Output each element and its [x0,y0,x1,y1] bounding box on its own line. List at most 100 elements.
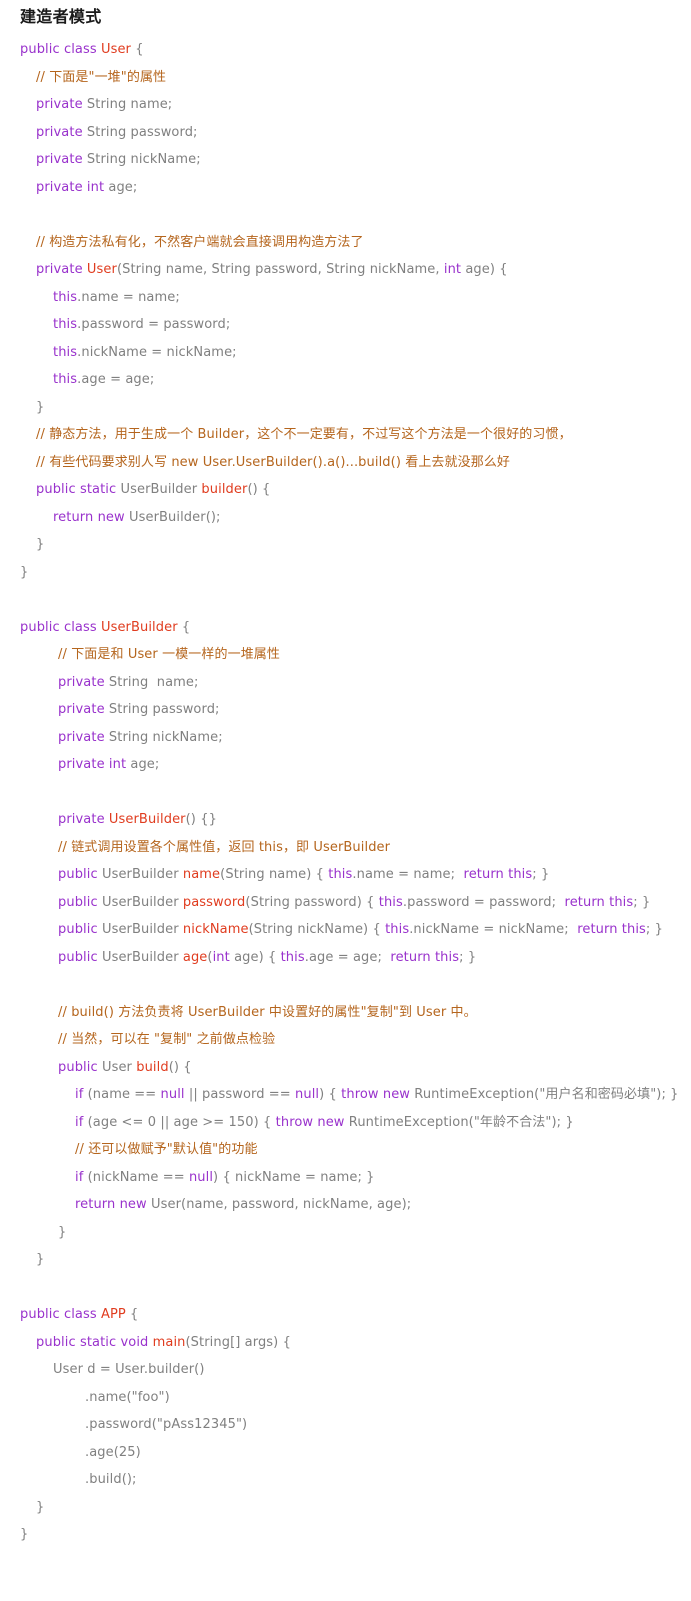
code-token-kw: public [58,922,98,937]
code-line: } [0,531,691,559]
code-token-pl: String nickName; [104,729,223,745]
code-token-cm: // 静态方法，用于生成一个 Builder，这个不一定要有，不过写这个方法是一… [36,427,572,442]
code-token-pl: UserBuilder [97,894,183,910]
code-token-pl: ; } [633,894,651,910]
code-token-kw: public class [20,1307,101,1322]
code-token-kw: this [328,867,353,882]
code-token-id: password [182,894,246,910]
code-token-id: builder [201,482,248,497]
code-token-kw: private [36,124,83,140]
code-token-id: nickName [182,922,249,937]
code-line: if (age <= 0 || age >= 150) { throw new … [0,1109,691,1137]
code-token-pl: RuntimeException("用户名和密码必填"); } [410,1087,679,1102]
code-line: private String name; [0,91,691,119]
code-token-id: age [182,949,208,965]
java-code-listing: public class User {// 下面是"一堆"的属性 private … [0,36,691,1549]
code-token-kw: this [378,894,403,910]
code-token-pl: } [36,399,45,415]
code-line: // 下面是"一堆"的属性 [0,64,691,92]
code-token-cm: // 当然，可以在 "复制" 之前做点检验 [58,1032,276,1047]
code-line: public UserBuilder name(String name) { t… [0,861,691,889]
code-token-kw: this [53,289,78,305]
code-token-id: name [182,867,221,882]
code-token-kw: this [53,344,78,360]
code-token-kw: return this [390,949,460,965]
code-token-pl: age; [126,757,160,772]
code-line: // 构造方法私有化，不然客户端就会直接调用构造方法了 [0,229,691,257]
code-token-pl: ) { [319,1087,342,1102]
code-line: .name("foo") [0,1384,691,1412]
code-line: } [0,394,691,422]
code-line: return new UserBuilder(); [0,504,691,532]
code-token-pl: } [36,537,45,552]
code-token-cm: // 下面是和 User 一模一样的一堆属性 [58,647,280,662]
code-line: public static void main(String[] args) { [0,1329,691,1357]
code-token-kw: private [36,97,83,112]
code-token-kw: return this [577,922,646,937]
code-token-pl: { [125,1307,139,1322]
code-line: private String password; [0,119,691,147]
code-token-pl: User d = User.builder() [53,1362,205,1377]
code-token-pl: (String password) { [245,894,379,910]
code-token-kw: throw new [341,1087,411,1102]
code-line: return new User(name, password, nickName… [0,1191,691,1219]
code-token-cm: // 有些代码要求别人写 new User.UserBuilder().a().… [36,454,511,470]
code-token-pl: age; [104,179,138,195]
code-line: } [0,1521,691,1549]
code-token-pl: .build(); [85,1472,137,1487]
code-token-pl: .password("pAss12345") [85,1417,248,1432]
code-token-kw: private [36,262,87,277]
code-token-kw: null [160,1087,185,1102]
code-line: private String name; [0,669,691,697]
code-line: private User(String name, String passwor… [0,256,691,284]
code-line: this.nickName = nickName; [0,339,691,367]
code-line: } [0,1219,691,1247]
code-token-id: User [86,262,117,277]
code-token-pl: { [130,42,144,57]
code-token-kw: int [212,949,230,965]
code-token-pl: .nickName = nickName; [77,344,237,360]
code-token-kw: null [295,1087,320,1102]
code-token-cm: // 链式调用设置各个属性值，返回 this，即 UserBuilder [58,839,391,855]
code-token-kw: public static void [36,1334,153,1350]
code-token-kw: this [53,372,78,387]
code-line: .build(); [0,1466,691,1494]
code-line: this.age = age; [0,366,691,394]
code-token-pl: RuntimeException("年龄不合法"); } [344,1114,574,1130]
code-token-kw: public static [36,482,117,497]
code-line: } [0,1494,691,1522]
code-line: public UserBuilder age(int age) { this.a… [0,944,691,972]
code-token-pl: (age <= 0 || age >= 150) { [83,1114,276,1130]
code-token-kw: private [58,702,105,717]
code-token-pl: String password; [104,702,220,717]
code-line: this.password = password; [0,311,691,339]
code-line: private String password; [0,696,691,724]
code-token-pl: .password = password; [77,317,231,332]
code-token-pl: } [36,1252,45,1267]
code-token-kw: throw new [275,1114,345,1130]
code-line: } [0,1246,691,1274]
code-token-id: UserBuilder [108,812,186,827]
code-token-pl: UserBuilder [97,949,183,965]
code-token-pl: UserBuilder [97,922,183,937]
code-token-pl: age) { [229,949,281,965]
code-line: // 下面是和 User 一模一样的一堆属性 [0,641,691,669]
code-token-cm: // 构造方法私有化，不然客户端就会直接调用构造方法了 [36,234,364,250]
code-token-pl: UserBuilder [97,867,183,882]
code-token-pl: } [58,1224,67,1240]
code-line: public UserBuilder nickName(String nickN… [0,916,691,944]
code-token-pl: ) { nickName = name; } [213,1169,375,1185]
code-token-pl: (String name, String password, String ni… [116,262,444,277]
code-token-pl: () { [247,482,271,497]
code-line: // 还可以做赋予"默认值"的功能 [0,1136,691,1164]
code-token-pl: String nickName; [82,152,201,167]
code-token-pl: (String[] args) { [185,1334,291,1350]
code-token-pl: .age = age; [304,949,391,965]
code-token-pl: (String nickName) { [248,922,386,937]
code-token-pl: ; } [645,922,663,937]
code-token-kw: return this [564,894,634,910]
code-token-id: main [152,1334,186,1350]
code-token-pl: ; } [532,867,550,882]
